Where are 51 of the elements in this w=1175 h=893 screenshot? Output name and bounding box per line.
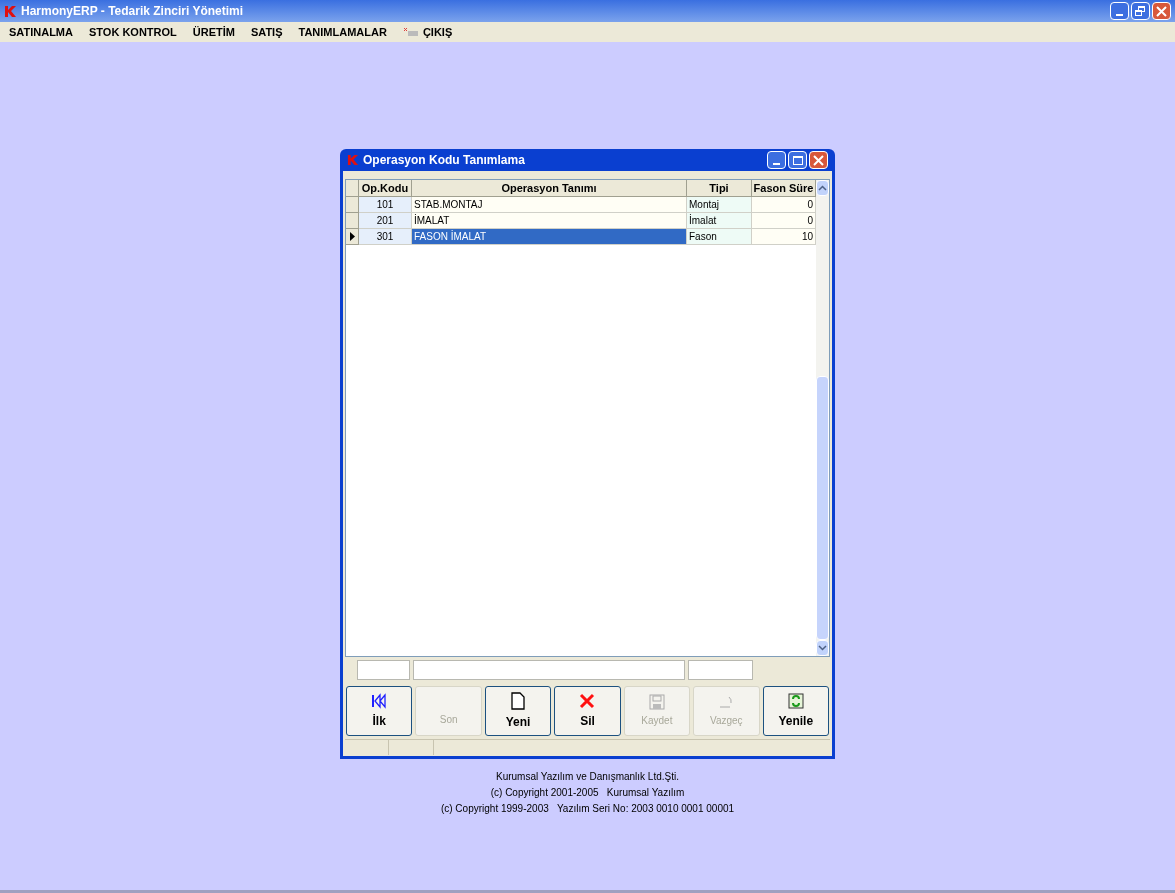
menu-item[interactable]: SATIŞ — [250, 23, 283, 41]
table-cell: 0 — [752, 197, 816, 213]
scroll-thumb[interactable] — [816, 376, 829, 640]
maximize-button[interactable] — [788, 151, 807, 169]
copyright-text: (c) Copyright 2001-2005 Kurumsal Yazılım — [490, 786, 685, 800]
menu-item[interactable]: TANIMLAMALAR — [298, 23, 387, 41]
dialog-title: Operasyon Kodu Tanımlama — [363, 152, 525, 169]
table-cell: FASON İMALAT — [412, 229, 687, 245]
app-logo-icon — [347, 154, 359, 166]
table-cell: 101 — [359, 197, 412, 213]
undo-arrow-icon — [718, 694, 735, 710]
table-cell: 301 — [359, 229, 412, 245]
first-button[interactable]: İlk — [346, 686, 413, 736]
filter-field[interactable] — [413, 660, 685, 680]
delete-button[interactable]: Sil — [554, 686, 621, 736]
restore-button[interactable] — [1131, 2, 1150, 20]
cross-icon — [579, 692, 596, 709]
table-cell: 0 — [752, 213, 816, 229]
app-logo-icon — [4, 4, 17, 18]
menu-item[interactable]: STOK KONTROL — [88, 23, 177, 41]
table-cell: Fason — [687, 229, 752, 245]
chevron-down-icon — [818, 645, 827, 651]
filter-field[interactable] — [357, 660, 410, 680]
minimize-button[interactable] — [767, 151, 786, 169]
table-cell: 201 — [359, 213, 412, 229]
table-cell: STAB.MONTAJ — [412, 197, 687, 213]
scroll-down-button[interactable] — [816, 640, 829, 656]
refresh-button[interactable]: Yenile — [762, 686, 829, 736]
window-title: HarmonyERP - Tedarik Zinciri Yönetimi — [21, 3, 244, 20]
copyright-text: (c) Copyright 1999-2003 Yazılım Seri No: 2003 0010 0001 00001 — [440, 802, 735, 816]
menu-item[interactable]: ÜRETİM — [192, 23, 235, 41]
table-cell: İMALAT — [412, 213, 687, 229]
row-indicator[interactable] — [346, 229, 359, 245]
filter-field[interactable] — [688, 660, 753, 680]
table-cell: 10 — [752, 229, 816, 245]
exit-icon — [402, 27, 419, 37]
close-button[interactable] — [1152, 2, 1171, 20]
menu-item[interactable]: ÇIKIŞ — [422, 23, 453, 41]
skip-back-icon — [371, 692, 388, 709]
refresh-icon — [787, 692, 804, 709]
chevron-up-icon — [818, 185, 827, 191]
scroll-up-button[interactable] — [816, 180, 829, 196]
table-cell: İmalat — [687, 213, 752, 229]
close-button[interactable] — [809, 151, 828, 169]
table-cell: Montaj — [687, 197, 752, 213]
document-icon — [511, 691, 526, 710]
scrollbar[interactable] — [816, 180, 829, 656]
minimize-button[interactable] — [1110, 2, 1129, 20]
copyright-text: Kurumsal Yazılım ve Danışmanlık Ltd.Şti. — [495, 770, 679, 784]
menu-item[interactable]: SATINALMA — [9, 23, 73, 41]
new-button[interactable]: Yeni — [484, 686, 552, 736]
